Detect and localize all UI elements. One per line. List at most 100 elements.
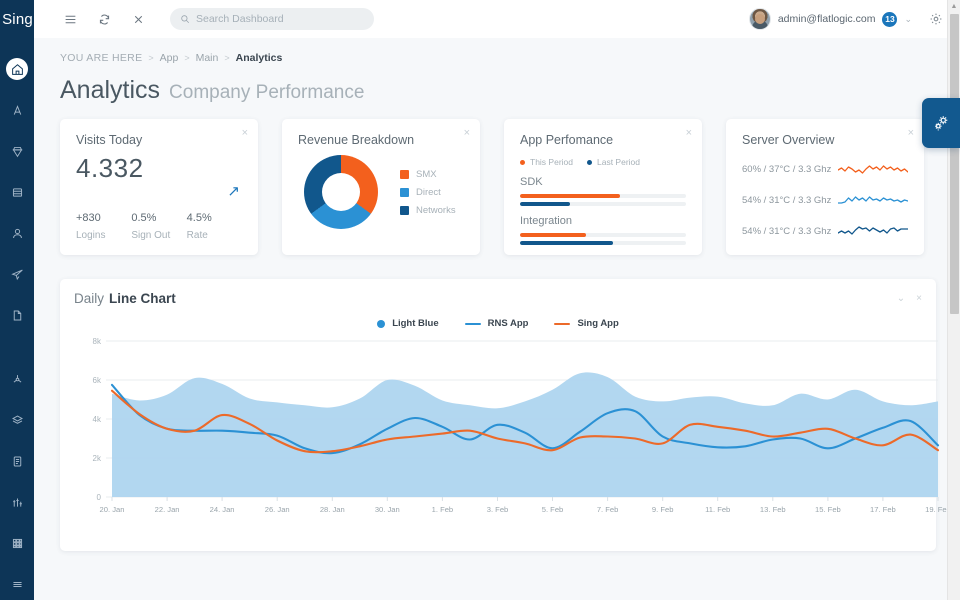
performance-group-sdk: SDK bbox=[520, 176, 686, 206]
stat-label: Sign Out bbox=[131, 230, 186, 241]
legend-dot bbox=[520, 160, 525, 165]
svg-text:15. Feb: 15. Feb bbox=[815, 505, 841, 514]
sidebar-item-forms[interactable] bbox=[6, 263, 28, 285]
gear-icon[interactable] bbox=[926, 9, 946, 29]
svg-text:0: 0 bbox=[97, 493, 102, 502]
brand-logo[interactable]: Sing bbox=[0, 0, 34, 38]
legend-item-direct: Direct bbox=[400, 187, 456, 198]
server-stat-label: 60% / 37°C / 3.3 Ghz bbox=[742, 164, 838, 175]
topbar: admin@flatlogic.com 13 ⌄ bbox=[34, 0, 960, 38]
sidebar: Sing bbox=[0, 0, 34, 600]
legend-label: This Period bbox=[530, 157, 573, 167]
sidebar-item-layers[interactable] bbox=[6, 409, 28, 431]
vertical-scrollbar[interactable]: ▲ bbox=[947, 0, 960, 600]
legend-item-rns-app[interactable]: RNS App bbox=[465, 318, 529, 329]
close-icon[interactable]: × bbox=[916, 294, 922, 304]
legend-label: Last Period bbox=[597, 157, 640, 167]
refresh-icon[interactable] bbox=[94, 9, 114, 29]
sidebar-nav bbox=[0, 58, 34, 595]
avatar bbox=[749, 8, 771, 30]
legend-item-this-period: This Period bbox=[520, 157, 573, 167]
visits-value: 4.332 bbox=[76, 153, 242, 184]
sidebar-item-menu[interactable] bbox=[6, 573, 28, 595]
user-menu[interactable]: admin@flatlogic.com 13 ⌄ bbox=[749, 8, 912, 30]
card-app-performance: × App Perfomance This Period Last Period bbox=[504, 119, 702, 255]
legend-label: Direct bbox=[416, 187, 441, 198]
sidebar-item-charts[interactable] bbox=[6, 491, 28, 513]
stat-sign-out: 0.5% Sign Out bbox=[131, 212, 186, 241]
chevron-down-icon[interactable]: ⌄ bbox=[904, 14, 912, 25]
sidebar-item-grid[interactable] bbox=[6, 532, 28, 554]
close-icon[interactable]: × bbox=[464, 128, 470, 139]
performance-legend: This Period Last Period bbox=[520, 157, 686, 167]
sidebar-item-notes[interactable] bbox=[6, 450, 28, 472]
stat-label: Logins bbox=[76, 230, 131, 241]
sidebar-item-tables[interactable] bbox=[6, 181, 28, 203]
sparkline-chart bbox=[838, 160, 908, 178]
progress-bar-track bbox=[520, 194, 686, 198]
server-stat-label: 54% / 31°C / 3.3 Ghz bbox=[742, 195, 838, 206]
sidebar-item-components[interactable] bbox=[6, 368, 28, 390]
dashboard-app: Sing bbox=[0, 0, 960, 600]
settings-panel-toggle-button[interactable] bbox=[922, 98, 960, 148]
legend-item-sing-app[interactable]: Sing App bbox=[554, 318, 618, 329]
legend-label: Sing App bbox=[577, 318, 618, 329]
page-title-main: Analytics bbox=[60, 76, 160, 105]
progress-bar-fill bbox=[520, 194, 620, 198]
svg-text:11. Feb: 11. Feb bbox=[705, 505, 730, 514]
breadcrumb-separator: > bbox=[148, 53, 153, 63]
notification-badge[interactable]: 13 bbox=[882, 12, 897, 27]
svg-text:22. Jan: 22. Jan bbox=[155, 505, 180, 514]
card-title: Revenue Breakdown bbox=[298, 133, 464, 147]
card-title: App Perfomance bbox=[520, 133, 686, 147]
stats-card-row: × Visits Today 4.332 ↗ +830 Logins 0.5% … bbox=[60, 119, 936, 255]
close-icon[interactable]: × bbox=[686, 128, 692, 139]
server-row: 54% / 31°C / 3.3 Ghz bbox=[742, 222, 908, 240]
svg-text:2k: 2k bbox=[93, 454, 102, 463]
close-icon[interactable] bbox=[128, 9, 148, 29]
scroll-up-arrow[interactable]: ▲ bbox=[948, 0, 960, 13]
sidebar-item-home[interactable] bbox=[6, 58, 28, 80]
svg-text:26. Jan: 26. Jan bbox=[265, 505, 290, 514]
legend-swatch bbox=[400, 206, 409, 215]
svg-text:6k: 6k bbox=[93, 376, 102, 385]
progress-bar-track bbox=[520, 241, 686, 245]
scrollbar-thumb[interactable] bbox=[950, 14, 959, 314]
line-chart-plot[interactable]: 02k4k6k8k20. Jan22. Jan24. Jan26. Jan28.… bbox=[74, 333, 922, 523]
search-input[interactable] bbox=[196, 13, 364, 25]
legend-item-smx: SMX bbox=[400, 169, 456, 180]
sidebar-item-ui-elements[interactable] bbox=[6, 140, 28, 162]
stat-value: +830 bbox=[76, 212, 131, 224]
svg-text:3. Feb: 3. Feb bbox=[487, 505, 509, 514]
page-title: Analytics Company Performance bbox=[60, 76, 936, 105]
legend-item-light-blue[interactable]: Light Blue bbox=[377, 318, 438, 329]
chevron-down-icon[interactable]: ⌄ bbox=[897, 294, 905, 304]
stat-label: Rate bbox=[187, 230, 242, 241]
svg-text:13. Feb: 13. Feb bbox=[760, 505, 786, 514]
legend-swatch bbox=[400, 170, 409, 179]
card-visits-today: × Visits Today 4.332 ↗ +830 Logins 0.5% … bbox=[60, 119, 258, 255]
sidebar-item-typography[interactable] bbox=[6, 99, 28, 121]
close-icon[interactable]: × bbox=[242, 128, 248, 139]
chart-legend: Light Blue RNS App Sing App bbox=[74, 318, 922, 329]
legend-line bbox=[554, 323, 570, 325]
stat-value: 4.5% bbox=[187, 212, 242, 224]
legend-label: Networks bbox=[416, 205, 456, 216]
hamburger-menu-icon[interactable] bbox=[60, 9, 80, 29]
breadcrumb-prefix: YOU ARE HERE bbox=[60, 52, 142, 64]
breadcrumb-item-app[interactable]: App bbox=[160, 52, 179, 64]
breadcrumb-item-main[interactable]: Main bbox=[196, 52, 219, 64]
visits-stats: +830 Logins 0.5% Sign Out 4.5% Rate bbox=[76, 212, 242, 241]
close-icon[interactable]: × bbox=[908, 128, 914, 139]
donut-chart[interactable] bbox=[304, 155, 378, 229]
donut-row: SMX Direct Networks bbox=[298, 155, 464, 229]
legend-dot bbox=[377, 320, 385, 328]
svg-text:8k: 8k bbox=[93, 337, 102, 346]
main-area: admin@flatlogic.com 13 ⌄ YOU ARE HERE > … bbox=[34, 0, 960, 600]
sidebar-item-profile[interactable] bbox=[6, 222, 28, 244]
svg-text:9. Feb: 9. Feb bbox=[652, 505, 674, 514]
legend-line bbox=[465, 323, 481, 325]
server-row: 60% / 37°C / 3.3 Ghz bbox=[742, 160, 908, 178]
search-box[interactable] bbox=[170, 8, 374, 30]
sidebar-item-pages[interactable] bbox=[6, 304, 28, 326]
